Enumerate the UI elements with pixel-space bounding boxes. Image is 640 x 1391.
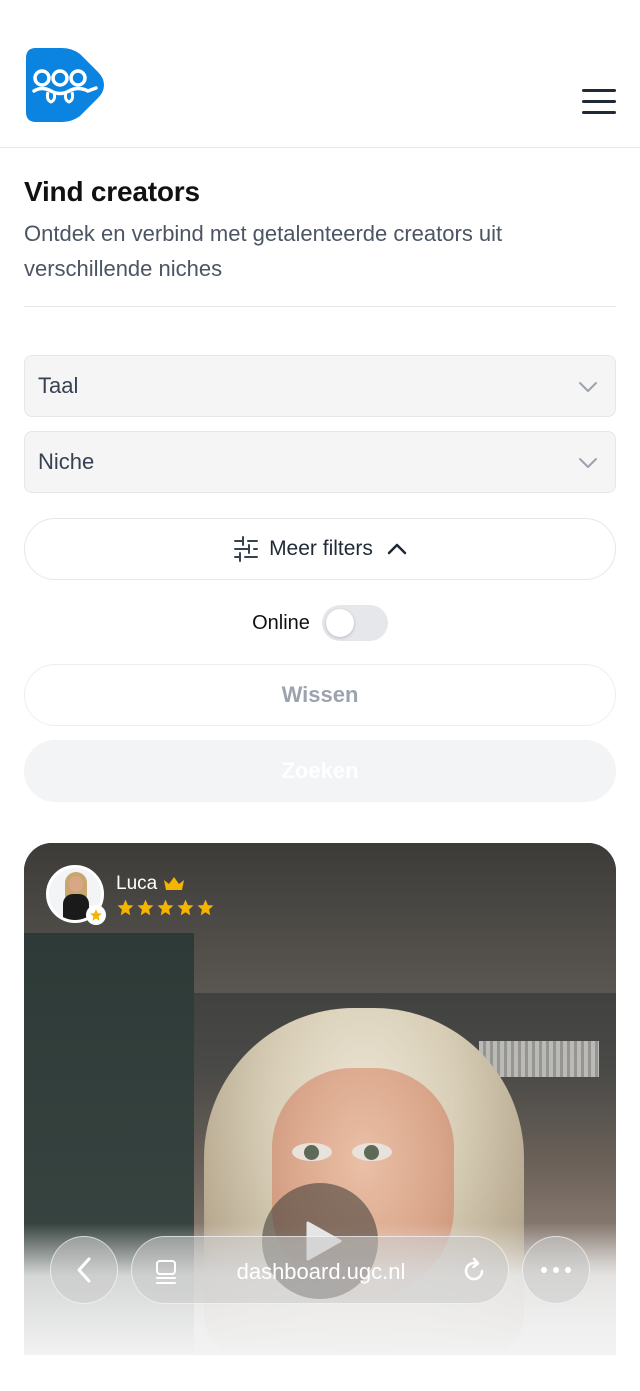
star-icon <box>177 899 194 916</box>
verified-star-icon <box>86 905 106 925</box>
crown-icon <box>164 877 185 890</box>
chevron-down-icon <box>579 458 597 468</box>
more-filters-label: Meer filters <box>269 537 373 560</box>
online-toggle[interactable] <box>321 605 388 641</box>
chevron-up-icon <box>387 543 407 555</box>
language-select[interactable]: Taal <box>24 355 616 417</box>
language-select-value: Taal <box>38 373 79 398</box>
toggle-knob <box>325 609 354 637</box>
niche-select-value: Niche <box>38 449 95 474</box>
star-icon <box>117 899 134 916</box>
niche-select[interactable]: Niche <box>24 431 616 493</box>
star-icon <box>197 899 214 916</box>
search-button-label: Zoeken <box>281 758 359 783</box>
star-rating <box>116 898 216 917</box>
sliders-icon <box>234 536 259 562</box>
more-filters-button[interactable]: Meer filters <box>24 518 616 580</box>
reload-icon[interactable] <box>460 1257 488 1285</box>
online-label: Online <box>252 611 310 634</box>
divider <box>24 306 616 307</box>
creator-profile: Luca <box>46 865 216 925</box>
more-dots-icon <box>541 1267 571 1273</box>
browser-more-button[interactable] <box>522 1236 590 1304</box>
ugc-logo-icon[interactable] <box>22 44 104 126</box>
chevron-down-icon <box>579 382 597 392</box>
clear-button-label: Wissen <box>281 682 359 707</box>
online-filter: Online <box>0 604 640 642</box>
page-subtitle: Ontdek en verbind met getalenteerde crea… <box>24 221 503 281</box>
clear-button[interactable]: Wissen <box>24 664 616 726</box>
header <box>0 0 640 148</box>
creator-name: Luca <box>116 873 158 894</box>
search-button[interactable]: Zoeken <box>24 740 616 802</box>
hamburger-menu-icon[interactable] <box>576 84 622 118</box>
browser-url: dashboard.ugc.nl <box>236 1259 406 1284</box>
browser-toolbar: dashboard.ugc.nl <box>0 1236 640 1306</box>
page-title: Vind creators <box>24 176 200 207</box>
browser-address-bar[interactable]: dashboard.ugc.nl <box>131 1236 509 1304</box>
chevron-left-icon <box>77 1257 91 1283</box>
star-icon <box>137 899 154 916</box>
star-icon <box>157 899 174 916</box>
browser-back-button[interactable] <box>50 1236 118 1304</box>
